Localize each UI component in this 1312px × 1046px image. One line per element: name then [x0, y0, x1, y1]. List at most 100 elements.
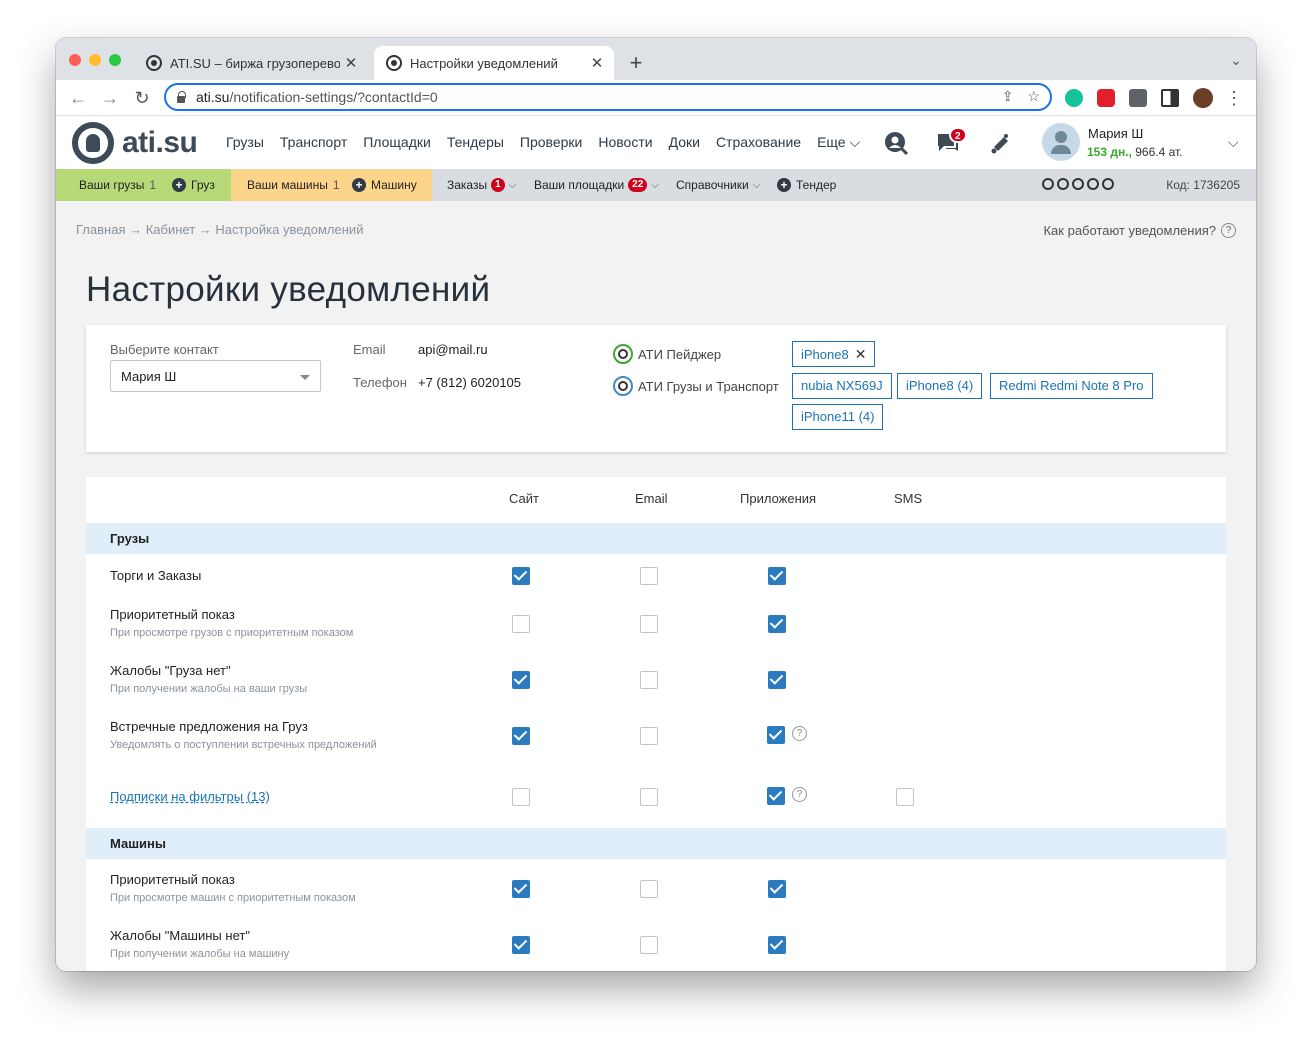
nav-item-insurance[interactable]: Страхование — [716, 134, 801, 151]
column-header-email: Email — [635, 491, 668, 506]
address-bar[interactable]: ati.su/notification-settings/?contactId=… — [164, 83, 1052, 111]
checkbox-site[interactable] — [512, 788, 530, 806]
grammarly-extension-icon[interactable] — [1065, 89, 1083, 107]
add-cargo-label: Груз — [191, 178, 215, 192]
chevron-down-icon: ⌵ — [752, 179, 761, 191]
minimize-window-button[interactable] — [89, 54, 101, 66]
browser-menu-icon[interactable]: ⋮ — [1222, 86, 1246, 110]
extensions-puzzle-icon[interactable] — [1129, 89, 1147, 107]
checkbox-site[interactable] — [512, 727, 530, 745]
add-cargo-button[interactable]: + Груз — [172, 178, 215, 192]
profile-avatar-icon[interactable] — [1193, 88, 1213, 108]
checkbox-email[interactable] — [640, 727, 658, 745]
checkbox-site[interactable] — [512, 615, 530, 633]
checkbox-sms[interactable] — [896, 788, 914, 806]
checkbox-app[interactable] — [768, 880, 786, 898]
adblock-extension-icon[interactable] — [1097, 89, 1115, 107]
app-cargo-label: АТИ Грузы и Транспорт — [638, 378, 779, 394]
checkbox-site[interactable] — [512, 567, 530, 585]
filter-subscriptions-link[interactable]: Подписки на фильтры (13) — [110, 789, 270, 804]
phone-label: Телефон — [353, 375, 407, 390]
user-menu-chevron-icon[interactable]: ⌵ — [1228, 134, 1239, 151]
side-panel-icon[interactable] — [1161, 89, 1179, 107]
nav-item-docs[interactable]: Доки — [669, 134, 700, 151]
checkbox-app[interactable] — [767, 787, 785, 805]
reference-menu[interactable]: Справочники ⌵ — [676, 178, 760, 192]
ati-logo-icon — [72, 122, 114, 164]
nav-item-more[interactable]: Еще ⌵ — [817, 134, 860, 151]
close-window-button[interactable] — [69, 54, 81, 66]
checkbox-site[interactable] — [512, 671, 530, 689]
platforms-menu[interactable]: Ваши площадки 22 ⌵ — [534, 178, 659, 192]
device-tag[interactable]: nubia NX569J — [792, 373, 892, 399]
notifications-bell-icon[interactable] — [988, 131, 1012, 155]
checkbox-email[interactable] — [640, 567, 658, 585]
tab-notification-settings[interactable]: Настройки уведомлений ✕ — [374, 46, 614, 80]
nav-item-checks[interactable]: Проверки — [520, 134, 582, 151]
nav-item-news[interactable]: Новости — [598, 134, 652, 151]
checkbox-email[interactable] — [640, 788, 658, 806]
add-truck-button[interactable]: + Машину — [352, 178, 417, 192]
add-tender-label: Тендер — [796, 178, 837, 192]
checkbox-app[interactable] — [768, 671, 786, 689]
back-button[interactable]: ← — [66, 86, 90, 110]
bookmark-star-icon[interactable]: ☆ — [1027, 88, 1040, 105]
checkbox-email[interactable] — [640, 880, 658, 898]
app-pager: АТИ Пейджер — [613, 344, 721, 364]
forward-button[interactable]: → — [98, 86, 122, 110]
checkbox-site[interactable] — [512, 936, 530, 954]
how-notifications-work-link[interactable]: Как работают уведомления?? — [1043, 223, 1236, 238]
remove-device-icon[interactable]: ✕ — [855, 346, 867, 362]
ati-logo[interactable]: ati.su — [72, 122, 198, 164]
checkbox-app[interactable] — [768, 936, 786, 954]
reload-button[interactable]: ↻ — [130, 86, 154, 110]
tab-ati-exchange[interactable]: ATI.SU – биржа грузоперевозок ✕ — [136, 46, 368, 80]
checkbox-email[interactable] — [640, 615, 658, 633]
row-description: Уведомлять о поступлении встречных предл… — [110, 739, 377, 751]
user-name[interactable]: Мария Ш — [1088, 126, 1143, 141]
url-host: ati.su — [196, 89, 230, 105]
device-tag[interactable]: iPhone11 (4) — [792, 404, 884, 430]
device-tag[interactable]: iPhone8 ✕ — [792, 341, 876, 367]
rating-dot-icon — [1072, 178, 1084, 190]
device-name: iPhone11 (4) — [801, 409, 875, 424]
your-cargo-link[interactable]: Ваши грузы 1 — [79, 178, 156, 192]
new-tab-button[interactable]: + — [624, 50, 648, 76]
contact-select[interactable]: Мария Ш — [110, 360, 321, 392]
checkbox-app[interactable] — [768, 567, 786, 585]
help-question-icon[interactable]: ? — [792, 787, 807, 802]
checkbox-email[interactable] — [640, 671, 658, 689]
platforms-badge: 22 — [628, 178, 648, 192]
help-question-icon[interactable]: ? — [792, 726, 807, 741]
main-nav: Грузы Транспорт Площадки Тендеры Проверк… — [226, 134, 860, 151]
zoom-window-button[interactable] — [109, 54, 121, 66]
device-tag[interactable]: iPhone8 (4) — [897, 373, 983, 399]
page-title: Настройки уведомлений — [86, 270, 491, 309]
user-avatar[interactable] — [1042, 123, 1080, 161]
your-trucks-link[interactable]: Ваши машины 1 — [247, 178, 340, 192]
checkbox-site[interactable] — [512, 880, 530, 898]
add-tender-button[interactable]: + Тендер — [777, 178, 836, 192]
user-days: 153 дн., — [1087, 145, 1132, 159]
page-content: Главная → Кабинет → Настройка уведомлени… — [56, 201, 1256, 971]
checkbox-app[interactable] — [767, 726, 785, 744]
nav-item-tenders[interactable]: Тендеры — [447, 134, 504, 151]
tab-search-chevron-icon[interactable]: ⌄ — [1230, 52, 1242, 69]
tab-close-icon[interactable]: ✕ — [340, 54, 362, 72]
profile-search-icon[interactable] — [884, 131, 908, 155]
breadcrumb[interactable]: Главная → Кабинет → Настройка уведомлени… — [76, 222, 363, 237]
checkbox-app[interactable] — [768, 615, 786, 633]
nav-item-transport[interactable]: Транспорт — [280, 134, 347, 151]
nav-more-label: Еще — [817, 134, 846, 150]
select-contact-label: Выберите контакт — [110, 342, 219, 357]
nav-item-platforms[interactable]: Площадки — [363, 134, 431, 151]
nav-item-cargo[interactable]: Грузы — [226, 134, 264, 151]
checkbox-email[interactable] — [640, 936, 658, 954]
share-icon[interactable]: ⇪ — [1002, 88, 1014, 105]
lock-icon[interactable] — [176, 91, 186, 103]
orders-menu[interactable]: Заказы 1 ⌵ — [447, 178, 516, 192]
ati-rating-icons[interactable] — [1042, 178, 1114, 190]
tab-close-icon[interactable]: ✕ — [586, 54, 608, 72]
device-tag[interactable]: Redmi Redmi Note 8 Pro — [990, 373, 1153, 399]
ati-cargo-app-icon — [613, 376, 633, 396]
